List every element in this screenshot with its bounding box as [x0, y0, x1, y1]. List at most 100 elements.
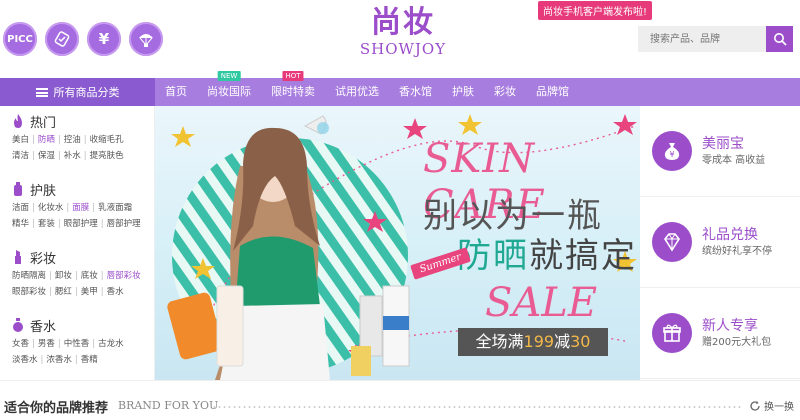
subcategory-link[interactable]: 精华 — [12, 219, 29, 229]
subcategory-link[interactable]: 浓香水 — [46, 355, 72, 365]
subcategory-link[interactable]: 保湿 — [38, 151, 55, 161]
nav-item-skincare[interactable]: 护肤 — [442, 78, 484, 106]
rp-subtitle: 缤纷好礼享不停 — [702, 246, 772, 257]
subcategory-link[interactable]: 腮红 — [55, 287, 72, 297]
separator: | — [100, 219, 104, 229]
all-categories-button[interactable]: 所有商品分类 — [0, 78, 155, 106]
subcategory-link[interactable]: 男香 — [38, 339, 55, 349]
category-title[interactable]: 香水 — [12, 314, 154, 336]
subcategory-link[interactable]: 唇部彩妆 — [107, 271, 141, 281]
subcategory-link[interactable]: 眼部护理 — [64, 219, 98, 229]
nav-item-flash-sale[interactable]: HOT 限时特卖 — [261, 71, 325, 106]
refresh-icon — [750, 400, 760, 411]
picc-icon[interactable]: PICC — [3, 22, 37, 56]
yen-icon[interactable]: ¥ — [87, 22, 121, 56]
rp-title: 新人专享 — [702, 318, 758, 334]
subcategory-link[interactable]: 收缩毛孔 — [90, 135, 124, 145]
nav-label: 限时特卖 — [271, 85, 315, 98]
newcomer-entry[interactable]: 新人专享 赠200元大礼包 — [640, 288, 800, 379]
nav-item-international[interactable]: NEW 尚妆国际 — [197, 71, 261, 106]
promo-n2: 30 — [570, 332, 591, 351]
promo-banner[interactable]: SKIN CARE 别以为一瓶 防晒就搞定 Summer SALE 全场满199… — [155, 106, 640, 380]
subcategory-link[interactable]: 中性香 — [64, 339, 90, 349]
category-block: 热门 美白 | 防晒 | 控油 | 收缩毛孔 清洁 | 保湿 | 补水 | 提亮肤色 — [0, 106, 154, 174]
separator: | — [66, 203, 70, 213]
subcategory-link[interactable]: 控油 — [64, 135, 81, 145]
gift-exchange-entry[interactable]: 礼品兑换 缤纷好礼享不停 — [640, 197, 800, 288]
search-icon — [773, 33, 787, 46]
rp-subtitle: 赠200元大礼包 — [702, 337, 772, 348]
separator: | — [32, 135, 35, 145]
separator: | — [57, 151, 61, 161]
category-links-row: 防晒隔离 | 卸妆 | 底妆 | 唇部彩妆 — [12, 268, 154, 284]
subcategory-link[interactable]: 美甲 — [81, 287, 98, 297]
promo-mid: 减 — [554, 332, 571, 351]
category-title[interactable]: 彩妆 — [12, 246, 154, 268]
separator: | — [32, 219, 35, 229]
authentic-guarantee-icon[interactable] — [45, 22, 79, 56]
separator: | — [92, 339, 96, 349]
nav-item-trial[interactable]: 试用优选 — [325, 78, 389, 106]
separator: | — [74, 271, 78, 281]
logo[interactable]: 尚妆 SHOWJOY — [358, 6, 448, 59]
subcategory-link[interactable]: 套装 — [38, 219, 55, 229]
hot-badge: HOT — [282, 71, 304, 81]
headline-cn2: 防晒就搞定 — [457, 228, 637, 277]
promo-bar: 全场满199减30 — [458, 328, 608, 356]
subcategory-link[interactable]: 提亮肤色 — [90, 151, 124, 161]
separator: | — [49, 271, 52, 281]
subcategory-link[interactable]: 防晒 — [38, 135, 55, 145]
parachute-icon[interactable] — [129, 22, 163, 56]
nav-label: 香水馆 — [399, 85, 432, 98]
brand-recommend-title: 适合你的品牌推荐 — [4, 401, 109, 416]
separator: | — [57, 219, 61, 229]
separator: | — [74, 287, 78, 297]
subcategory-link[interactable]: 女香 — [12, 339, 29, 349]
headline-cn2-rest: 就搞定 — [529, 236, 637, 276]
nav-item-makeup[interactable]: 彩妆 — [484, 78, 526, 106]
search-button[interactable] — [766, 26, 793, 52]
subcategory-link[interactable]: 淡香水 — [12, 355, 38, 365]
search-input[interactable] — [638, 26, 766, 52]
separator: | — [83, 151, 87, 161]
beauty-treasure-entry[interactable]: ¥ 美丽宝 零成本 高收益 — [640, 106, 800, 197]
diamond-icon — [652, 222, 692, 262]
subcategory-link[interactable]: 补水 — [64, 151, 81, 161]
category-title-label: 热门 — [30, 115, 57, 131]
nav-label: 首页 — [165, 85, 187, 98]
subcategory-link[interactable]: 洁面 — [12, 203, 29, 213]
subcategory-link[interactable]: 清洁 — [12, 151, 29, 161]
subcategory-link[interactable]: 香水 — [107, 287, 124, 297]
nav-item-perfume[interactable]: 香水馆 — [389, 78, 442, 106]
new-badge: NEW — [217, 71, 241, 81]
subcategory-link[interactable]: 卸妆 — [55, 271, 72, 281]
rp-subtitle: 零成本 高收益 — [702, 155, 766, 166]
nav-item-home[interactable]: 首页 — [155, 78, 197, 106]
app-promo-link[interactable]: 尚妆手机客户端发布啦! — [537, 1, 652, 20]
subcategory-link[interactable]: 眼部彩妆 — [12, 287, 46, 297]
rp-title: 美丽宝 — [702, 136, 744, 152]
subcategory-link[interactable]: 底妆 — [81, 271, 98, 281]
subcategory-link[interactable]: 古龙水 — [98, 339, 124, 349]
category-title[interactable]: 护肤 — [12, 178, 154, 200]
flame-icon — [12, 114, 24, 128]
subcategory-link[interactable]: 面膜 — [72, 203, 89, 213]
header: PICC ¥ 尚妆 SHOWJOY 尚妆手机客户端发布啦! — [0, 0, 800, 78]
subcategory-link[interactable]: 乳液面霜 — [98, 203, 132, 213]
category-links-row: 女香 | 男香 | 中性香 | 古龙水 — [12, 336, 154, 352]
subcategory-link[interactable]: 唇部护理 — [107, 219, 141, 229]
yen-label: ¥ — [98, 30, 110, 48]
subcategory-link[interactable]: 防晒隔离 — [12, 271, 46, 281]
subcategory-link[interactable]: 香精 — [81, 355, 98, 365]
category-title[interactable]: 热门 — [12, 110, 154, 132]
brand-recommend-en: BRAND FOR YOU — [118, 399, 219, 412]
nav-item-brands[interactable]: 品牌馆 — [526, 78, 579, 106]
separator: | — [100, 287, 104, 297]
subcategory-link[interactable]: 化妆水 — [38, 203, 64, 213]
separator: | — [100, 271, 104, 281]
service-icons: PICC ¥ — [3, 22, 163, 56]
category-links-row: 淡香水 | 浓香水 | 香精 — [12, 352, 154, 368]
refresh-button[interactable]: 换一换 — [749, 398, 794, 413]
category-block: 彩妆 防晒隔离 | 卸妆 | 底妆 | 唇部彩妆 眼部彩妆 | 腮红 | 美甲 | 香水 — [0, 242, 154, 310]
subcategory-link[interactable]: 美白 — [12, 135, 29, 145]
